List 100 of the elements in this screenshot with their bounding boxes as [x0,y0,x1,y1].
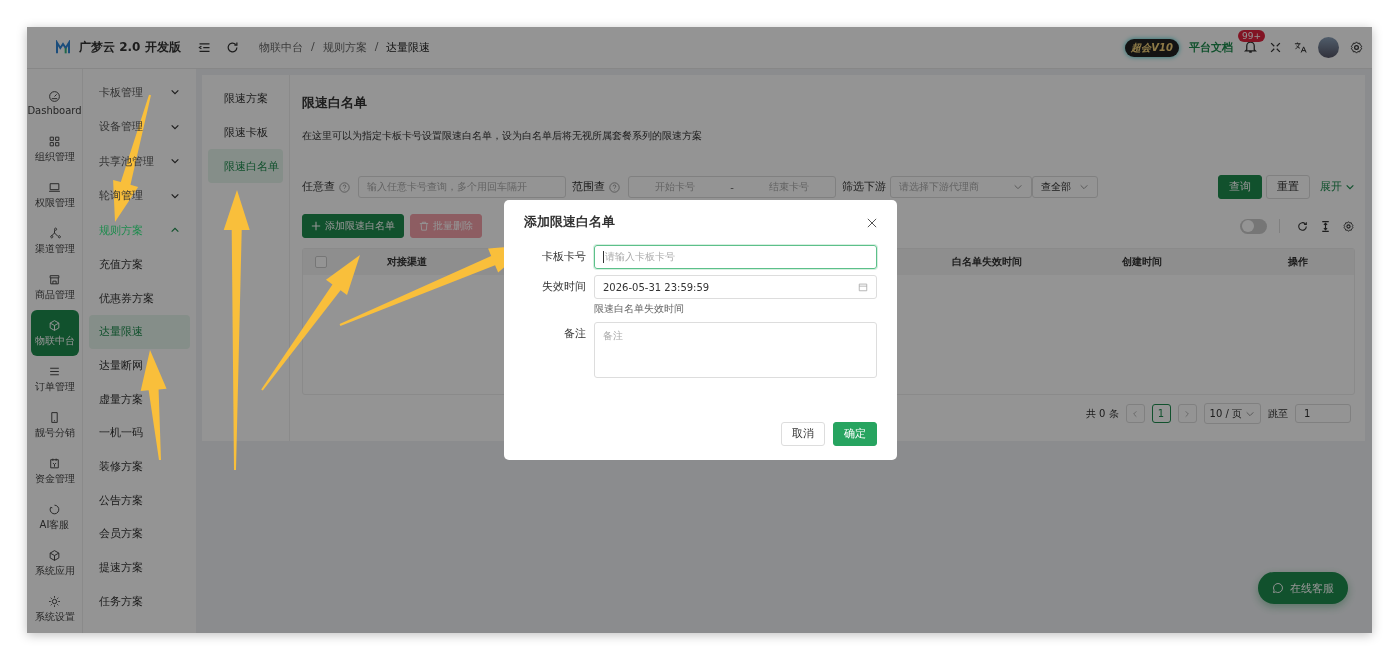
total-count: 共 0 条 [1085,406,1119,421]
submenu-item[interactable]: 一机一码 [89,415,190,450]
avatar[interactable] [1318,37,1339,58]
submenu-item[interactable]: 会员方案 [89,517,190,551]
breadcrumb-separator: / [374,40,379,55]
add-button[interactable]: 添加限速白名单 [302,214,404,238]
submenu-item[interactable]: 优惠券方案 [89,281,190,315]
rail-item[interactable]: 组织管理 [30,126,79,173]
rail-item[interactable]: 订单管理 [30,356,79,403]
select-all-checkbox[interactable] [315,256,327,268]
query-button[interactable]: 查询 [1218,175,1262,199]
reset-button[interactable]: 重置 [1266,175,1310,199]
trash-icon [419,221,429,231]
chevron-icon [1013,182,1023,192]
submenu-item[interactable]: 公告方案 [89,483,190,517]
chevron-icon [1079,182,1089,192]
cancel-button[interactable]: 取消 [781,422,825,446]
rail-icon [48,503,61,517]
notification-badge: 99+ [1238,29,1265,42]
row-height-icon[interactable] [1319,219,1332,233]
rail-item[interactable]: 权限管理 [30,172,79,219]
breadcrumb-item: 达量限速 [386,40,431,55]
settings-icon[interactable] [1342,219,1355,233]
calendar-icon [858,282,868,292]
rail-label: 商品管理 [34,287,75,302]
rail-icon [48,226,61,240]
side-tab[interactable]: 限速白名单 [208,149,283,183]
rail-icon [48,134,61,148]
column-header: 对接渠道 [386,255,428,269]
docs-link[interactable]: 平台文档 [1189,40,1233,55]
filter-label: 范围查 [572,180,605,194]
settings-icon[interactable] [1349,40,1364,55]
rail-label: 系统设置 [34,610,75,625]
refresh-icon[interactable] [1296,219,1309,233]
online-service-button[interactable]: 在线客服 [1258,572,1348,604]
rail-label: 靓号分销 [34,426,75,441]
page-size-select[interactable]: 10 / 页 [1203,403,1261,424]
submenu-item[interactable]: 提速方案 [89,550,190,585]
translate-icon[interactable] [1293,40,1308,55]
close-icon[interactable] [867,217,877,228]
column-header: 创建时间 [1121,255,1163,269]
filter-label: 任意查 [302,180,335,194]
help-text: 限速白名单失效时间 [594,302,685,316]
rail-icon [48,457,61,471]
form-label: 失效时间 [541,279,586,294]
rail-label: 系统应用 [34,564,75,579]
date-field[interactable]: 2026-05-31 23:59:59 [594,275,877,299]
refresh-icon[interactable] [225,40,240,55]
column-header: 白名单失效时间 [951,255,1023,269]
menu-fold-icon[interactable] [197,40,212,55]
page-number[interactable]: 1 [1151,404,1171,423]
rail-item[interactable]: 靓号分销 [30,402,79,449]
side-tab[interactable]: 限速方案 [208,81,283,115]
rail-icon [48,411,61,425]
vip-badge[interactable]: 超会V10 [1125,38,1179,57]
chevron-icon [1345,182,1355,192]
expand-link[interactable]: 展开 [1320,180,1355,194]
submenu-item[interactable]: 轮询管理 [89,178,190,213]
plus-icon [311,221,321,231]
fullscreen-icon[interactable] [1268,40,1283,55]
breadcrumb-separator: / [311,40,315,55]
submenu-item[interactable]: 任务方案 [89,584,190,619]
jump-field[interactable]: 1 [1295,404,1351,423]
rail-label: 物联中台 [34,333,75,348]
rail-icon [48,90,61,104]
rail-item[interactable]: 商品管理 [30,264,79,311]
rail-item[interactable]: 渠道管理 [30,218,79,265]
submenu-item[interactable]: 卡板管理 [89,75,190,110]
dialog-title: 添加限速白名单 [524,214,615,231]
jump-label: 跳至 [1268,406,1288,421]
submenu-item[interactable]: 达量断网 [89,348,190,383]
rail-icon [48,549,61,563]
submenu-item[interactable]: 虚量方案 [89,382,190,416]
confirm-button[interactable]: 确定 [833,422,877,446]
rail-icon [48,318,61,332]
rail-icon [48,180,61,194]
form-label: 备注 [563,326,586,341]
form-label: 卡板卡号 [541,249,586,264]
rail-item[interactable]: 资金管理 [30,448,79,495]
rail-item[interactable]: Dashboard [30,80,79,127]
breadcrumb-item[interactable]: 规则方案 [322,40,367,55]
logo-icon [55,39,71,56]
chat-bubble-icon [1272,582,1284,594]
rail-label: AI客服 [39,518,70,533]
rail-item[interactable]: AI客服 [30,494,79,541]
toggle-switch[interactable] [1240,218,1267,234]
rail-label: 资金管理 [34,472,75,487]
rail-item[interactable]: 物联中台 [30,310,79,357]
select-field[interactable]: 查全部 [1032,176,1098,198]
side-tab[interactable]: 限速卡板 [208,115,283,149]
rail-label: 订单管理 [34,380,75,394]
submenu-item[interactable]: 充值方案 [89,247,190,282]
rail-item[interactable]: 系统应用 [30,540,79,587]
rail-label: 权限管理 [34,195,75,210]
rail-label: Dashboard [27,105,82,117]
submenu-item[interactable]: 达量限速 [89,314,190,349]
rail-item[interactable]: 系统设置 [30,586,79,633]
breadcrumb-item[interactable]: 物联中台 [259,40,303,55]
app-name: 广梦云 2.0 开发版 [79,39,181,56]
submenu-item[interactable]: 装修方案 [89,449,190,484]
